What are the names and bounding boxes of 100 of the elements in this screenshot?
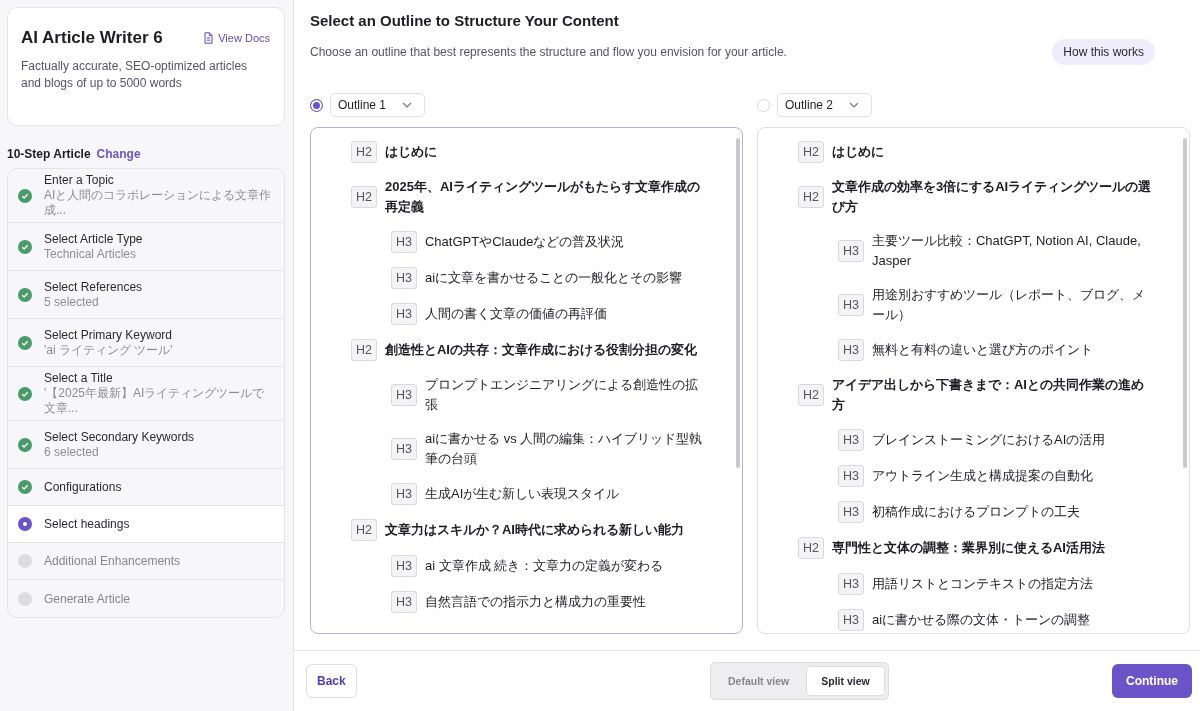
change-link[interactable]: Change — [96, 147, 141, 161]
heading-level-tag: H2 — [351, 141, 377, 163]
heading-level-tag: H3 — [838, 465, 864, 487]
step-title: Select Secondary Keywords — [44, 429, 195, 444]
how-this-works-button[interactable]: How this works — [1052, 39, 1155, 65]
step-title: Configurations — [44, 480, 122, 494]
outline-dropdown[interactable]: Outline 1 — [330, 93, 426, 117]
step-title: Select References — [44, 279, 143, 294]
heading-text: はじめに — [385, 143, 437, 161]
step-detail: 'ai ライティング ツール' — [44, 342, 173, 358]
heading-text: はじめに — [832, 143, 884, 161]
step-title: Select Article Type — [44, 231, 143, 246]
subheading-text: 用途別おすすめツール（レポート、ブログ、メール） — [872, 286, 1146, 324]
subheading-text: ChatGPTやClaudeなどの普及状況 — [425, 233, 625, 251]
heading-level-tag: H3 — [838, 429, 864, 451]
heading-level-tag: H2 — [351, 339, 377, 361]
app-description: Factually accurate, SEO-optimized articles and blogs of up to 5000 words — [21, 58, 249, 92]
check-circle-icon — [18, 239, 32, 254]
subheading-text: aiに書かせる vs 人間の編集：ハイブリッド型執筆の台頭 — [425, 430, 704, 468]
check-circle-icon — [18, 188, 32, 203]
page-title: Select an Outline to Structure Your Content — [310, 12, 620, 29]
heading-text: 文章力はスキルか？AI時代に求められる新しい能力 — [385, 521, 684, 539]
step-detail: 5 selected — [44, 294, 100, 310]
heading-level-tag: H3 — [391, 591, 417, 613]
heading-level-tag: H2 — [798, 141, 824, 163]
step-item[interactable]: Select References 5 selected — [8, 271, 284, 319]
current-step-icon — [18, 517, 32, 531]
heading-level-tag: H3 — [838, 240, 864, 262]
check-circle-icon — [18, 437, 32, 452]
subheading-text: aiに文章を書かせることの一般化とその影響 — [425, 269, 683, 287]
heading-level-tag: H2 — [798, 186, 824, 208]
heading-level-tag: H3 — [391, 303, 417, 325]
subheading-text: 自然言語での指示力と構成力の重要性 — [425, 593, 646, 611]
check-circle-icon — [18, 287, 32, 302]
step-title: Select headings — [44, 517, 130, 531]
step-title: Select a Title — [44, 371, 114, 385]
heading-text: 2025年、AIライティングツールがもたらす文章作成の再定義 — [385, 178, 701, 216]
heading-level-tag: H2 — [351, 519, 377, 541]
step-item[interactable]: Select a Title '【2025年最新】AIライティングツールで文章... — [8, 367, 284, 421]
subheading-text: aiに書かせる際の文体・トーンの調整 — [872, 611, 1091, 629]
view-docs-link[interactable]: View Docs — [203, 32, 270, 44]
check-circle-icon — [18, 480, 32, 494]
step-item[interactable]: Enter a Topic AIと人間のコラボレーションによる文章作成... — [8, 169, 284, 223]
outline-dropdown[interactable]: Outline 2 — [777, 93, 873, 117]
step-item[interactable]: Select Article Type Technical Articles — [8, 223, 284, 271]
heading-level-tag: H3 — [391, 555, 417, 577]
step-item[interactable]: Generate Article — [8, 580, 284, 617]
subheading-text: プロンプトエンジニアリングによる創造性の拡張 — [425, 376, 699, 414]
heading-level-tag: H3 — [391, 231, 417, 253]
step-item[interactable]: Select Primary Keyword 'ai ライティング ツール' — [8, 319, 284, 367]
continue-button[interactable]: Continue — [1112, 664, 1192, 698]
step-title: Additional Enhancements — [44, 554, 181, 568]
heading-text: 創造性とAIの共存：文章作成における役割分担の変化 — [385, 341, 697, 359]
step-item[interactable]: Additional Enhancements — [8, 543, 284, 580]
step-title: Enter a Topic — [44, 173, 115, 187]
subheading-text: 生成AIが生む新しい表現スタイル — [425, 485, 620, 503]
step-title: Generate Article — [44, 591, 131, 606]
heading-level-tag: H3 — [391, 438, 417, 460]
heading-level-tag: H3 — [391, 267, 417, 289]
heading-text: 専門性と文体の調整：業界別に使えるAI活用法 — [832, 539, 1105, 557]
heading-level-tag: H3 — [838, 294, 864, 316]
subheading-text: ai 文章作成 続き：文章力の定義が変わる — [425, 557, 664, 575]
step-title: Select Primary Keyword — [44, 327, 173, 342]
document-icon — [203, 32, 215, 44]
pending-step-icon — [18, 591, 32, 606]
heading-level-tag: H2 — [798, 537, 824, 559]
subheading-text: 人間の書く文章の価値の再評価 — [425, 305, 607, 323]
heading-level-tag: H3 — [838, 501, 864, 523]
heading-level-tag: H2 — [798, 384, 824, 406]
subheading-text: 用語リストとコンテキストの指定方法 — [872, 575, 1093, 593]
check-circle-icon — [18, 335, 32, 350]
steps-label: 10-Step Article — [7, 147, 91, 161]
view-option[interactable]: Split view — [806, 666, 885, 696]
outline-radio[interactable] — [310, 98, 323, 112]
chevron-down-icon — [402, 102, 413, 108]
app-title: AI Article Writer 6 — [21, 28, 163, 48]
step-item[interactable]: Select headings — [8, 506, 284, 543]
heading-level-tag: H3 — [391, 384, 417, 406]
heading-level-tag: H3 — [838, 573, 864, 595]
heading-level-tag: H3 — [838, 609, 864, 631]
step-detail: 6 selected — [44, 444, 100, 460]
step-detail: AIと人間のコラボレーションによる文章作成... — [44, 188, 273, 218]
heading-text: 文章作成の効率を3倍にするAIライティングツールの選び方 — [832, 178, 1153, 216]
scrollbar[interactable] — [736, 138, 740, 468]
step-item[interactable]: Select Secondary Keywords 6 selected — [8, 421, 284, 469]
check-circle-icon — [18, 386, 32, 401]
step-detail: Technical Articles — [44, 246, 138, 262]
subheading-text: 初稿作成におけるプロンプトの工夫 — [872, 503, 1080, 521]
chevron-down-icon — [849, 102, 860, 108]
step-detail: '【2025年最新】AIライティングツールで文章... — [44, 386, 266, 416]
pending-step-icon — [18, 554, 32, 568]
subheading-text: 無料と有料の違いと選び方のポイント — [872, 341, 1093, 359]
heading-level-tag: H3 — [391, 483, 417, 505]
heading-level-tag: H3 — [838, 339, 864, 361]
scrollbar[interactable] — [1183, 138, 1187, 468]
subheading-text: アウトライン生成と構成提案の自動化 — [872, 467, 1093, 485]
subheading-text: 主要ツール比較：ChatGPT, Notion AI, Claude, Jasper — [872, 232, 1142, 270]
heading-text: アイデア出しから下書きまで：AIとの共同作業の進め方 — [832, 376, 1145, 414]
back-button[interactable]: Back — [306, 664, 357, 698]
page-subtitle: Choose an outline that best represents the structure and flow you envision for your article. — [310, 45, 787, 59]
